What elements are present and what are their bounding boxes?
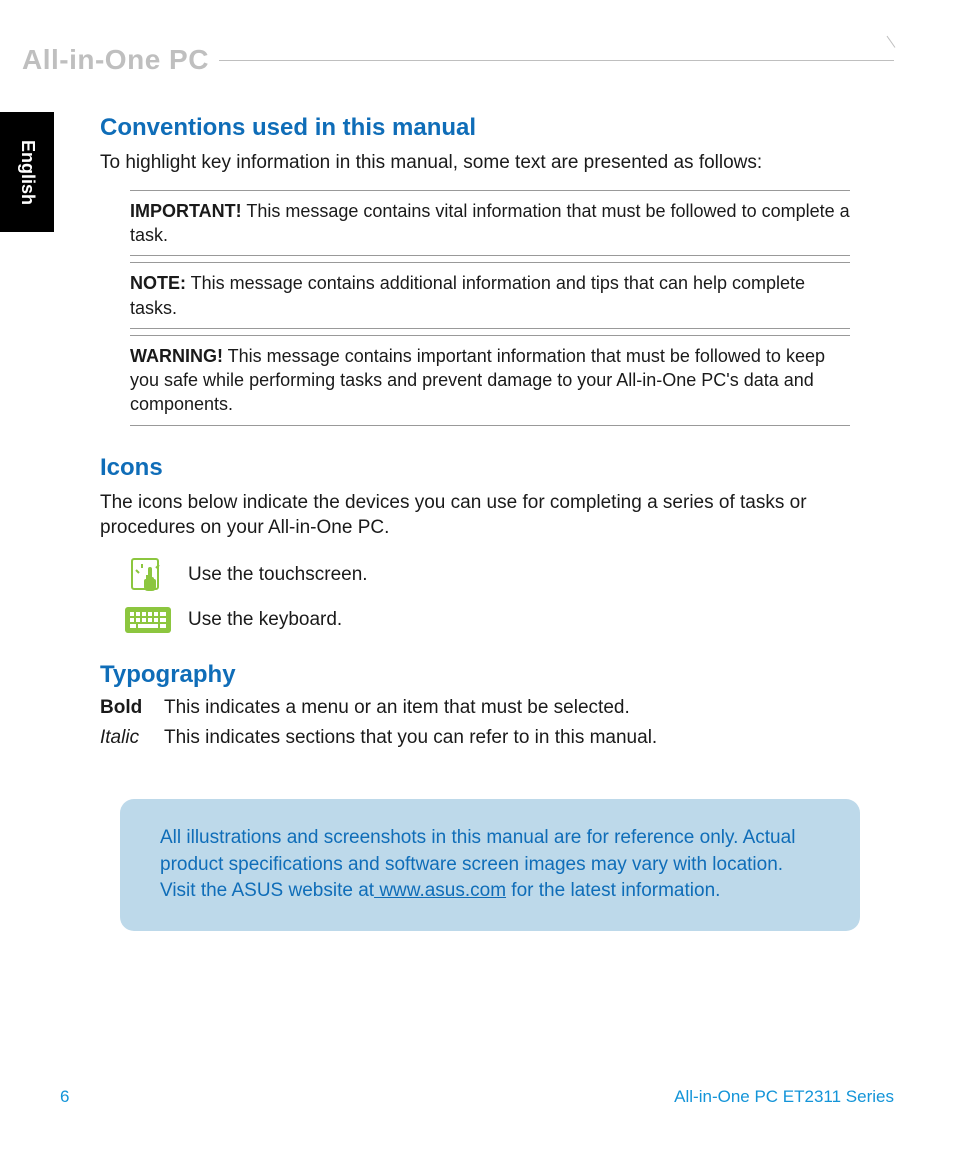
page-header: All-in-One PC — [22, 44, 894, 76]
typography-row-italic: Italic This indicates sections that you … — [100, 727, 880, 749]
typography-italic-label: Italic — [100, 727, 164, 749]
typography-heading: Typography — [100, 661, 880, 689]
page-number: 6 — [60, 1087, 69, 1107]
callout-text-after: for the latest information. — [506, 880, 720, 901]
callout-link[interactable]: www.asus.com — [374, 880, 506, 901]
important-message: IMPORTANT! This message contains vital i… — [130, 190, 850, 257]
note-label: NOTE: — [130, 273, 186, 293]
language-tab: English — [0, 112, 54, 232]
touchscreen-text: Use the touchscreen. — [188, 564, 368, 586]
typography-bold-label: Bold — [100, 697, 164, 719]
series-label: All-in-One PC ET2311 Series — [674, 1087, 894, 1107]
page-content: Conventions used in this manual To highl… — [100, 114, 880, 931]
info-callout: All illustrations and screenshots in thi… — [120, 799, 860, 931]
header-rule — [219, 53, 894, 67]
page-footer: 6 All-in-One PC ET2311 Series — [60, 1087, 894, 1107]
warning-text: This message contains important informat… — [130, 346, 825, 415]
icon-row-touchscreen: Use the touchscreen. — [118, 555, 880, 595]
typography-row-bold: Bold This indicates a menu or an item th… — [100, 697, 880, 719]
note-message: NOTE: This message contains additional i… — [130, 262, 850, 329]
icons-heading: Icons — [100, 454, 880, 482]
conventions-heading: Conventions used in this manual — [100, 114, 880, 142]
warning-label: WARNING! — [130, 346, 223, 366]
keyboard-text: Use the keyboard. — [188, 609, 342, 631]
product-line-title: All-in-One PC — [22, 44, 209, 76]
icon-row-keyboard: Use the keyboard. — [118, 607, 880, 633]
typography-italic-text: This indicates sections that you can ref… — [164, 727, 657, 749]
icons-intro: The icons below indicate the devices you… — [100, 490, 880, 541]
note-text: This message contains additional informa… — [130, 273, 805, 317]
keyboard-icon — [118, 607, 178, 633]
important-label: IMPORTANT! — [130, 201, 242, 221]
touchscreen-icon — [118, 555, 178, 595]
language-label: English — [17, 139, 38, 204]
typography-bold-text: This indicates a menu or an item that mu… — [164, 697, 630, 719]
warning-message: WARNING! This message contains important… — [130, 335, 850, 426]
conventions-intro: To highlight key information in this man… — [100, 150, 880, 176]
